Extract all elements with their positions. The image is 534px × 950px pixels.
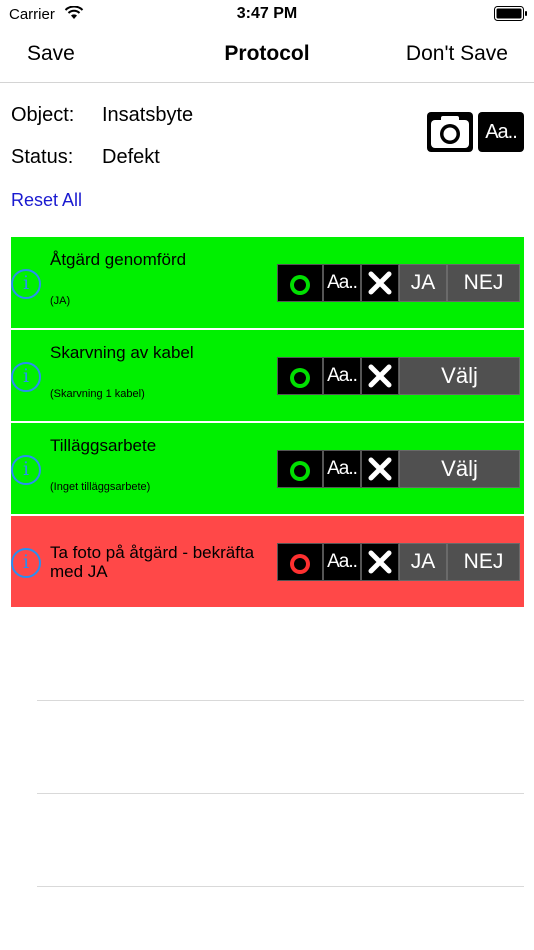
protocol-item: i Åtgärd genomförd (JA) Aa.. JA NEJ xyxy=(11,237,524,328)
camera-icon xyxy=(280,547,320,577)
item-text-button[interactable]: Aa.. xyxy=(323,357,361,395)
battery-icon xyxy=(494,6,527,21)
object-value: Insatsbyte xyxy=(102,104,194,126)
item-controls: Aa.. Välj xyxy=(277,357,520,395)
page-title: Protocol xyxy=(224,42,310,65)
text-note-icon: Aa.. xyxy=(327,551,358,572)
item-camera-button[interactable] xyxy=(277,450,323,488)
text-note-icon: Aa.. xyxy=(327,365,358,386)
select-button[interactable]: Välj xyxy=(399,357,520,395)
close-icon xyxy=(368,271,392,295)
status-bar: Carrier 3:47 PM xyxy=(0,0,534,28)
status-label: Status: xyxy=(11,146,74,168)
navigation-bar: Save Protocol Don't Save xyxy=(0,28,534,83)
item-title: Åtgärd genomförd xyxy=(50,250,187,269)
info-circle-icon[interactable]: i xyxy=(11,455,41,485)
dont-save-button[interactable]: Don't Save xyxy=(406,42,508,66)
item-title: Tilläggsarbete xyxy=(50,436,157,455)
protocol-items: i Åtgärd genomförd (JA) Aa.. JA NEJ i Sk… xyxy=(11,237,524,609)
header-text-button[interactable]: Aa.. xyxy=(478,112,524,152)
no-button[interactable]: NEJ xyxy=(447,264,520,302)
header-camera-button[interactable] xyxy=(427,112,473,152)
item-clear-button[interactable] xyxy=(361,357,399,395)
info-circle-icon[interactable]: i xyxy=(11,362,41,392)
info-circle-icon[interactable]: i xyxy=(11,269,41,299)
object-row: Object: Insatsbyte xyxy=(11,104,193,127)
item-camera-button[interactable] xyxy=(277,264,323,302)
no-button[interactable]: NEJ xyxy=(447,543,520,581)
yes-button[interactable]: JA xyxy=(399,264,447,302)
clock: 3:47 PM xyxy=(236,5,298,22)
item-text-button[interactable]: Aa.. xyxy=(323,450,361,488)
item-title: Ta foto på åtgärd - bekräfta med JA xyxy=(50,543,255,581)
object-label: Object: xyxy=(11,104,75,126)
close-icon xyxy=(368,457,392,481)
protocol-item: i Tilläggsarbete (Inget tilläggsarbete) … xyxy=(11,423,524,514)
item-subtitle: (Skarvning 1 kabel) xyxy=(50,388,145,400)
camera-icon xyxy=(280,454,320,484)
camera-icon xyxy=(431,116,469,148)
status-value: Defekt xyxy=(102,146,160,168)
item-subtitle: (JA) xyxy=(50,295,71,307)
item-controls: Aa.. JA NEJ xyxy=(277,543,520,581)
item-clear-button[interactable] xyxy=(361,450,399,488)
save-button[interactable]: Save xyxy=(27,42,75,66)
item-text-button[interactable]: Aa.. xyxy=(323,543,361,581)
header-actions: Aa.. xyxy=(427,112,524,152)
empty-row-divider xyxy=(37,886,524,887)
close-icon xyxy=(368,364,392,388)
reset-all-link[interactable]: Reset All xyxy=(11,190,82,211)
yes-button[interactable]: JA xyxy=(399,543,447,581)
text-note-icon: Aa.. xyxy=(327,272,358,293)
protocol-item: i Ta foto på åtgärd - bekräfta med JA Aa… xyxy=(11,516,524,607)
item-text-button[interactable]: Aa.. xyxy=(323,264,361,302)
item-subtitle: (Inget tilläggsarbete) xyxy=(50,481,151,493)
protocol-item: i Skarvning av kabel (Skarvning 1 kabel)… xyxy=(11,330,524,421)
item-camera-button[interactable] xyxy=(277,543,323,581)
item-title: Skarvning av kabel xyxy=(50,343,194,362)
item-clear-button[interactable] xyxy=(361,543,399,581)
item-controls: Aa.. Välj xyxy=(277,450,520,488)
select-button[interactable]: Välj xyxy=(399,450,520,488)
status-row: Status: Defekt xyxy=(11,146,160,169)
info-circle-icon[interactable]: i xyxy=(11,548,41,578)
close-icon xyxy=(368,550,392,574)
camera-icon xyxy=(280,361,320,391)
item-clear-button[interactable] xyxy=(361,264,399,302)
text-note-icon: Aa.. xyxy=(327,458,358,479)
item-camera-button[interactable] xyxy=(277,357,323,395)
empty-row-divider xyxy=(37,700,524,701)
camera-icon xyxy=(280,268,320,298)
empty-row-divider xyxy=(37,793,524,794)
text-note-icon: Aa.. xyxy=(485,120,518,143)
item-controls: Aa.. JA NEJ xyxy=(277,264,520,302)
